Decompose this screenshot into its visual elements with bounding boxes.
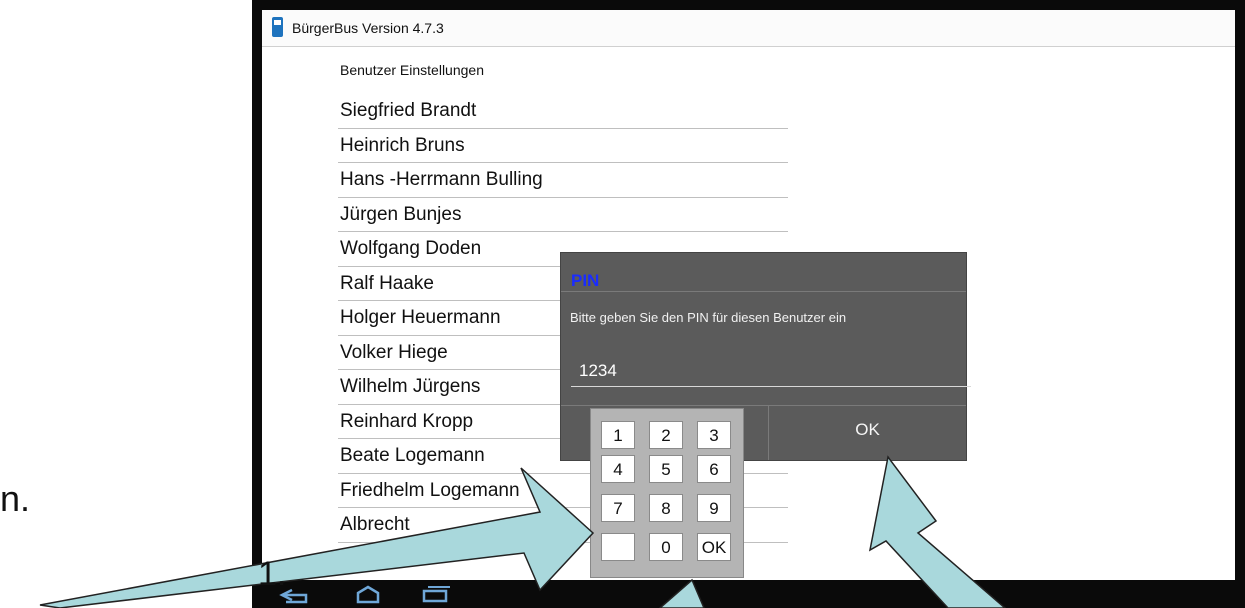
arrow-one-label: 1. (258, 555, 286, 593)
annotation-arrows: 1. (39, 455, 1007, 608)
arrow-one (39, 467, 595, 608)
arrow-two (658, 578, 705, 608)
arrow-three (868, 455, 1007, 608)
